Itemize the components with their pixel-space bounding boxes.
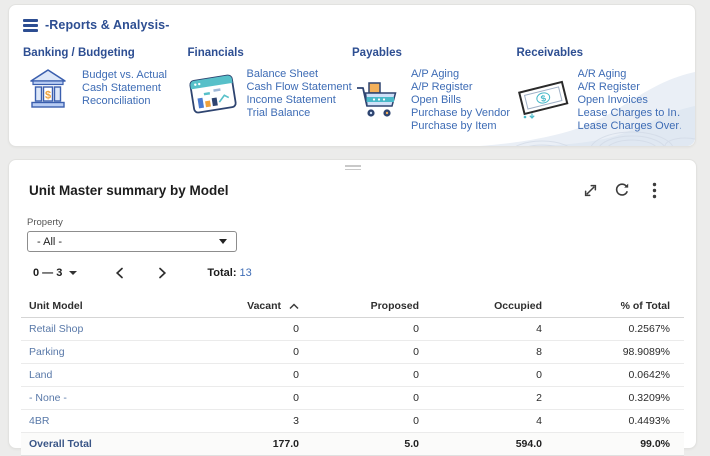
category-receivables: Receivables $ A/R Aging A/R Register Ope… <box>517 47 682 134</box>
prev-page-button[interactable] <box>111 265 128 281</box>
cell-vacant: 3 <box>196 409 313 433</box>
svg-text:$: $ <box>45 89 51 101</box>
refresh-button[interactable] <box>612 180 632 200</box>
cell-proposed: 0 <box>313 317 433 341</box>
unit-summary-table: Unit Model Vacant Proposed Occupied % of… <box>21 295 684 456</box>
report-link[interactable]: Cash Flow Statement <box>247 81 352 94</box>
cell-occupied: 2 <box>433 386 556 410</box>
category-banking-budgeting: Banking / Budgeting $ Budget vs. Actual <box>23 47 188 134</box>
expand-button[interactable] <box>580 180 600 200</box>
menu-button[interactable] <box>23 17 38 34</box>
overall-total-row: Overall Total 177.0 5.0 594.0 99.0% <box>21 432 684 456</box>
chevron-left-icon <box>116 267 124 279</box>
cell-pct: 0.0642% <box>556 363 684 387</box>
report-link[interactable]: A/P Aging <box>411 68 510 81</box>
caret-down-icon <box>69 271 78 275</box>
table-row: Retail Shop 0 0 4 0.2567% <box>21 317 684 341</box>
bank-icon: $ <box>23 68 73 110</box>
unit-model-link[interactable]: Retail Shop <box>29 323 83 335</box>
table-header-row: Unit Model Vacant Proposed Occupied % of… <box>21 295 684 318</box>
col-header-proposed[interactable]: Proposed <box>313 295 433 318</box>
total-count: Total: 13 <box>207 267 252 279</box>
unit-model-link[interactable]: Land <box>29 369 52 381</box>
cell-vacant: 0 <box>196 386 313 410</box>
page-range-value: 0 — 3 <box>33 267 63 279</box>
report-link[interactable]: Open Bills <box>411 94 510 107</box>
unit-summary-panel: Unit Master summary by Model Property - … <box>8 159 697 456</box>
cell-vacant: 0 <box>196 340 313 364</box>
cell-occupied: 0 <box>433 363 556 387</box>
total-vacant: 177.0 <box>196 432 313 456</box>
total-proposed: 5.0 <box>313 432 433 456</box>
report-link[interactable]: Purchase by Item <box>411 120 510 133</box>
cell-pct: 0.4493% <box>556 409 684 433</box>
report-link[interactable]: Balance Sheet <box>247 68 352 81</box>
report-link[interactable]: Budget vs. Actual <box>82 69 167 82</box>
refresh-icon <box>615 183 629 196</box>
table-row: - None - 0 0 2 0.3209% <box>21 386 684 410</box>
col-header-vacant[interactable]: Vacant <box>196 295 313 318</box>
report-link[interactable]: Purchase by Vendor <box>411 107 510 120</box>
cell-proposed: 0 <box>313 363 433 387</box>
sort-ascending-icon <box>289 302 299 309</box>
report-link[interactable]: Lease Charges Over… <box>578 120 682 133</box>
chevron-right-icon <box>159 267 167 279</box>
cell-proposed: 0 <box>313 409 433 433</box>
total-occupied: 594.0 <box>433 432 556 456</box>
caret-down-icon <box>219 239 227 244</box>
category-title: Payables <box>352 46 402 59</box>
total-pct: 99.0% <box>556 432 684 456</box>
next-page-button[interactable] <box>154 265 171 281</box>
table-row: Land 0 0 0 0.0642% <box>21 363 684 387</box>
category-title: Financials <box>187 46 244 59</box>
report-link[interactable]: Reconciliation <box>82 95 167 108</box>
report-link[interactable]: Open Invoices <box>578 94 682 107</box>
report-link[interactable]: Cash Statement <box>82 82 167 95</box>
cell-proposed: 0 <box>313 340 433 364</box>
chart-window-icon <box>188 70 238 118</box>
report-link[interactable]: Income Statement <box>247 94 352 107</box>
report-link[interactable]: Trial Balance <box>247 107 352 120</box>
reports-panel: -Reports & Analysis- Banking / Budgeting… <box>8 4 696 147</box>
cell-vacant: 0 <box>196 317 313 341</box>
cell-proposed: 0 <box>313 386 433 410</box>
cell-pct: 0.2567% <box>556 317 684 341</box>
category-title: Banking / Budgeting <box>23 46 135 59</box>
report-link[interactable]: A/P Register <box>411 81 510 94</box>
report-link[interactable]: A/R Aging <box>578 68 682 81</box>
cell-vacant: 0 <box>196 363 313 387</box>
table-row: 4BR 3 0 4 0.4493% <box>21 409 684 433</box>
overall-total-label: Overall Total <box>21 432 196 456</box>
col-header-pct-of-total[interactable]: % of Total <box>556 295 684 318</box>
banknote-icon: $ <box>517 79 569 123</box>
cell-pct: 98.9089% <box>556 340 684 364</box>
report-link[interactable]: A/R Register <box>578 81 682 94</box>
table-row: Parking 0 0 8 98.9089% <box>21 340 684 364</box>
cell-occupied: 4 <box>433 317 556 341</box>
kebab-menu-button[interactable] <box>644 180 664 200</box>
property-label: Property <box>27 217 63 228</box>
col-header-unit-model[interactable]: Unit Model <box>21 295 196 318</box>
drag-handle[interactable] <box>344 165 361 170</box>
report-link[interactable]: Lease Charges to In… <box>578 107 682 120</box>
shopping-cart-icon <box>352 79 402 123</box>
unit-model-link[interactable]: 4BR <box>29 415 49 427</box>
category-payables: Payables A/P Aging A/P Register Open Bil… <box>352 47 517 134</box>
category-title: Receivables <box>516 46 584 59</box>
property-select-value: - All - <box>37 235 63 248</box>
reports-panel-title: -Reports & Analysis- <box>45 18 170 33</box>
panel-title: Unit Master summary by Model <box>29 182 229 198</box>
cell-occupied: 4 <box>433 409 556 433</box>
category-financials: Financials Balance Sheet Cash Flow State… <box>188 47 353 134</box>
hamburger-icon <box>23 19 38 22</box>
col-header-occupied[interactable]: Occupied <box>433 295 556 318</box>
property-select[interactable]: - All - <box>27 231 237 252</box>
cell-occupied: 8 <box>433 340 556 364</box>
kebab-menu-icon <box>652 182 656 198</box>
unit-model-link[interactable]: - None - <box>29 392 67 404</box>
expand-icon <box>584 184 596 196</box>
page-range-selector[interactable]: 0 — 3 <box>33 267 78 279</box>
unit-model-link[interactable]: Parking <box>29 346 65 358</box>
cell-pct: 0.3209% <box>556 386 684 410</box>
